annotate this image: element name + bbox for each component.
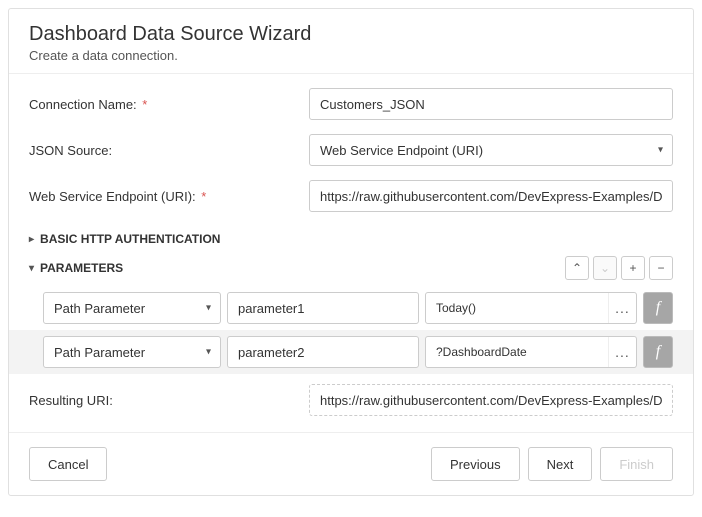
dialog-subtitle: Create a data connection. (29, 48, 673, 63)
add-button[interactable]: + (621, 256, 645, 280)
chevron-right-icon: ▸ (29, 234, 34, 245)
json-source-row: JSON Source: ▾ (29, 134, 673, 166)
finish-button: Finish (600, 447, 673, 481)
param-value-ellipsis-button[interactable]: ... (608, 337, 636, 367)
move-down-button[interactable]: ⌄ (593, 256, 617, 280)
required-marker: * (201, 189, 206, 204)
param-row: ▾ ... f (9, 330, 693, 374)
wizard-dialog: Dashboard Data Source Wizard Create a da… (8, 8, 694, 496)
json-source-label: JSON Source: (29, 143, 309, 158)
params-section-header[interactable]: ▾ Parameters (29, 261, 565, 275)
param-type-select[interactable] (43, 292, 221, 324)
param-name-input[interactable] (227, 336, 419, 368)
endpoint-row: Web Service Endpoint (URI): * (29, 180, 673, 212)
label-text: Connection Name: (29, 97, 137, 112)
dialog-footer: Cancel Previous Next Finish (9, 432, 693, 495)
resulting-uri-output (309, 384, 673, 416)
endpoint-label: Web Service Endpoint (URI): * (29, 189, 309, 204)
next-button[interactable]: Next (528, 447, 593, 481)
field-wrap (309, 384, 673, 416)
connection-name-row: Connection Name: * (29, 88, 673, 120)
field-wrap (309, 180, 673, 212)
param-type-wrap: ▾ (43, 336, 221, 368)
params-toolbar: ⌃ ⌄ + − (565, 256, 673, 280)
connection-name-label: Connection Name: * (29, 97, 309, 112)
footer-right: Previous Next Finish (431, 447, 673, 481)
label-text: Web Service Endpoint (URI): (29, 189, 196, 204)
param-type-select[interactable] (43, 336, 221, 368)
field-wrap: ▾ (309, 134, 673, 166)
fx-button[interactable]: f (643, 292, 673, 324)
cancel-button[interactable]: Cancel (29, 447, 107, 481)
param-value-wrap: ... (425, 292, 637, 324)
endpoint-input[interactable] (309, 180, 673, 212)
remove-button[interactable]: − (649, 256, 673, 280)
fx-button[interactable]: f (643, 336, 673, 368)
dialog-body: Connection Name: * JSON Source: ▾ Web Se… (9, 74, 693, 416)
param-row: ▾ ... f (29, 286, 673, 330)
section-title: Basic HTTP Authentication (40, 232, 220, 246)
param-name-wrap (227, 292, 419, 324)
param-value-ellipsis-button[interactable]: ... (608, 293, 636, 323)
param-value-input[interactable] (425, 292, 637, 324)
auth-section-header[interactable]: ▸ Basic HTTP Authentication (29, 226, 673, 252)
resulting-uri-label: Resulting URI: (29, 393, 309, 408)
connection-name-input[interactable] (309, 88, 673, 120)
field-wrap (309, 88, 673, 120)
previous-button[interactable]: Previous (431, 447, 520, 481)
param-name-input[interactable] (227, 292, 419, 324)
chevron-down-icon: ▾ (29, 263, 34, 274)
dialog-title: Dashboard Data Source Wizard (29, 23, 673, 46)
dialog-header: Dashboard Data Source Wizard Create a da… (9, 9, 693, 73)
param-value-wrap: ... (425, 336, 637, 368)
json-source-select[interactable] (309, 134, 673, 166)
required-marker: * (142, 97, 147, 112)
resulting-uri-row: Resulting URI: (29, 384, 673, 416)
param-name-wrap (227, 336, 419, 368)
params-header: ▾ Parameters ⌃ ⌄ + − (29, 252, 673, 286)
section-title: Parameters (40, 261, 123, 275)
param-type-wrap: ▾ (43, 292, 221, 324)
move-up-button[interactable]: ⌃ (565, 256, 589, 280)
param-value-input[interactable] (425, 336, 637, 368)
